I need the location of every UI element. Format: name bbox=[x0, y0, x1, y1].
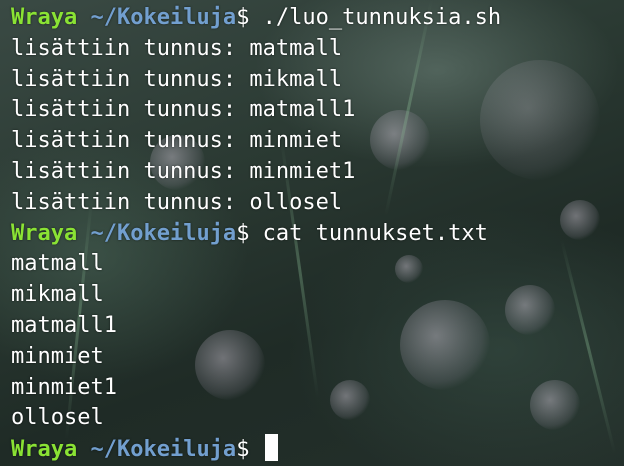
output-line: lisättiin tunnus: minmiet bbox=[11, 128, 343, 154]
prompt-path: ~/Kokeiluja bbox=[90, 5, 237, 30]
prompt-user: Wraya bbox=[11, 437, 78, 463]
output-line: matmall bbox=[11, 251, 104, 277]
prompt-symbol: $ bbox=[236, 220, 250, 246]
output-line: ollosel bbox=[11, 405, 104, 431]
output-line: lisättiin tunnus: matmall1 bbox=[11, 97, 356, 123]
prompt-user: Wraya bbox=[11, 220, 78, 246]
background-bokeh bbox=[505, 285, 555, 335]
background-bokeh bbox=[560, 200, 600, 240]
prompt-line: Wraya ~/Kokeiluja$ bbox=[11, 434, 501, 465]
terminal-window[interactable]: Wraya ~/Kokeiluja$ ./luo_tunnuksia.sh lis… bbox=[0, 0, 624, 466]
prompt-path: ~/Kokeiluja bbox=[90, 437, 237, 463]
output-line: minmiet1 bbox=[11, 374, 117, 400]
output-line: lisättiin tunnus: matmall bbox=[11, 35, 343, 61]
output-line: lisättiin tunnus: mikmall bbox=[11, 66, 343, 92]
background-grass-streak bbox=[560, 239, 617, 454]
prompt-path: ~/Kokeiluja bbox=[90, 220, 237, 246]
prompt-user: Wraya bbox=[11, 5, 78, 30]
prompt-symbol: $ bbox=[236, 437, 250, 463]
command-text: ./luo_tunnuksia.sh bbox=[249, 5, 502, 30]
prompt-line: Wraya ~/Kokeiluja$ ./luo_tunnuksia.sh bbox=[11, 3, 501, 34]
output-line: matmall1 bbox=[11, 312, 117, 338]
background-bokeh bbox=[530, 380, 580, 430]
command-text: cat tunnukset.txt bbox=[249, 220, 488, 246]
terminal-output: Wraya ~/Kokeiluja$ ./luo_tunnuksia.sh lis… bbox=[11, 3, 501, 465]
command-text bbox=[249, 437, 262, 462]
output-line: lisättiin tunnus: minmiet1 bbox=[11, 158, 356, 184]
output-line: lisättiin tunnus: ollosel bbox=[11, 189, 343, 215]
output-line: mikmall bbox=[11, 282, 104, 308]
prompt-line: Wraya ~/Kokeiluja$ cat tunnukset.txt bbox=[11, 219, 501, 250]
text-cursor[interactable] bbox=[264, 434, 278, 462]
output-line: minmiet bbox=[11, 343, 104, 369]
prompt-symbol: $ bbox=[236, 5, 250, 30]
